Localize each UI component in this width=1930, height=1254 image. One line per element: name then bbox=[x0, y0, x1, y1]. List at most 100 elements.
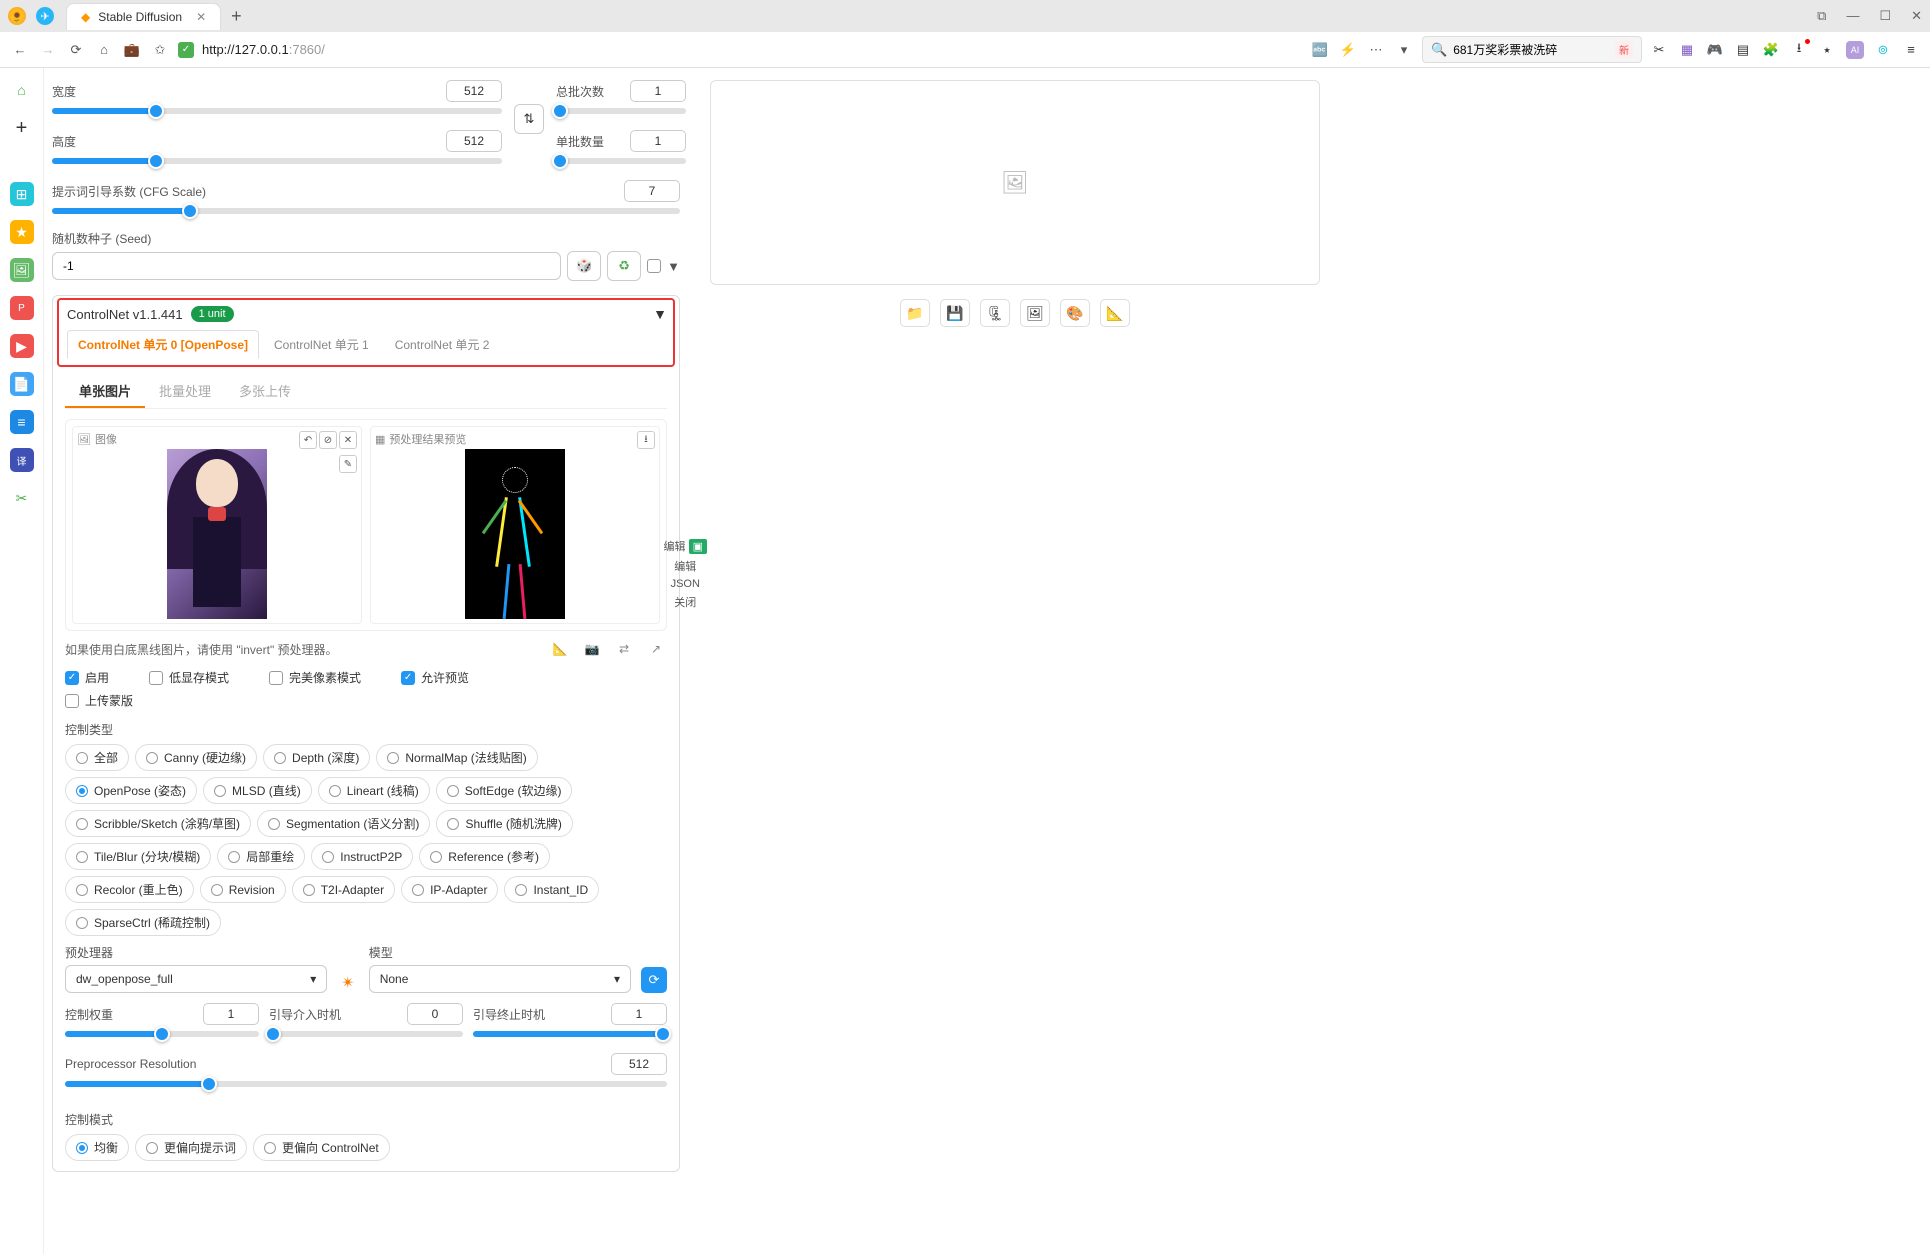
side-image-icon[interactable]: 🖼 bbox=[10, 258, 34, 282]
height-slider[interactable] bbox=[52, 158, 502, 164]
ext-purple-icon[interactable]: ▦ bbox=[1678, 41, 1696, 59]
control-type-radio[interactable]: Tile/Blur (分块/模糊) bbox=[65, 843, 211, 870]
batch-size-slider[interactable] bbox=[556, 158, 686, 164]
guide-start-slider[interactable] bbox=[269, 1031, 463, 1037]
width-slider[interactable] bbox=[52, 108, 502, 114]
controlnet-collapse-icon[interactable]: ▼ bbox=[653, 306, 667, 322]
out-zip-button[interactable]: 🗜 bbox=[980, 299, 1010, 327]
url-shield-icon[interactable]: ✓ bbox=[178, 42, 194, 58]
controlnet-tab-2[interactable]: ControlNet 单元 2 bbox=[384, 330, 501, 359]
control-type-radio[interactable]: Reference (参考) bbox=[419, 843, 550, 870]
ext-menu-icon[interactable]: ≡ bbox=[1902, 41, 1920, 59]
hint-crop-icon[interactable]: 📐 bbox=[549, 639, 571, 659]
controlnet-input-image-panel[interactable]: 🖼 图像 ↶ ⊘ ✕ ✎ bbox=[72, 426, 362, 624]
control-type-radio[interactable]: Instant_ID bbox=[504, 876, 599, 903]
model-select[interactable]: None▾ bbox=[369, 965, 631, 993]
out-send-extras-button[interactable]: 📐 bbox=[1100, 299, 1130, 327]
control-mode-radio[interactable]: 均衡 bbox=[65, 1134, 129, 1161]
hint-webcam-icon[interactable]: 📷 bbox=[581, 639, 603, 659]
controlnet-preview-panel[interactable]: ▦ 预处理结果预览 ⭳ 编辑 ▣ 编辑 JSON 关闭 bbox=[370, 426, 660, 624]
check-enable[interactable]: ✓启用 bbox=[65, 669, 109, 686]
out-save-button[interactable]: 💾 bbox=[940, 299, 970, 327]
control-type-radio[interactable]: MLSD (直线) bbox=[203, 777, 312, 804]
batch-count-value[interactable]: 1 bbox=[630, 80, 686, 102]
seed-expand-icon[interactable]: ▼ bbox=[667, 259, 680, 274]
nav-forward-icon[interactable]: → bbox=[38, 42, 58, 57]
check-lowvram[interactable]: 低显存模式 bbox=[149, 669, 229, 686]
img-edit-icon[interactable]: ✎ bbox=[339, 455, 357, 473]
window-extra-icon[interactable]: ⧉ bbox=[1817, 8, 1826, 24]
control-type-radio[interactable]: IP-Adapter bbox=[401, 876, 498, 903]
side-star-icon[interactable]: ★ bbox=[10, 220, 34, 244]
side-doc-icon[interactable]: ≡ bbox=[10, 410, 34, 434]
tab-close-icon[interactable]: ✕ bbox=[196, 10, 206, 24]
ext-tablet-icon[interactable]: ▤ bbox=[1734, 41, 1752, 59]
controlnet-tab-1[interactable]: ControlNet 单元 1 bbox=[263, 330, 380, 359]
out-folder-button[interactable]: 📁 bbox=[900, 299, 930, 327]
nav-home-icon[interactable]: ⌂ bbox=[94, 42, 114, 57]
img-remove-icon[interactable]: ✕ bbox=[339, 431, 357, 449]
chevron-down-icon[interactable]: ▾ bbox=[1394, 42, 1414, 58]
cfg-value[interactable]: 7 bbox=[624, 180, 680, 202]
side-note-icon[interactable]: 📄 bbox=[10, 372, 34, 396]
control-type-radio[interactable]: NormalMap (法线贴图) bbox=[376, 744, 537, 771]
control-type-radio[interactable]: 局部重绘 bbox=[217, 843, 305, 870]
control-type-radio[interactable]: OpenPose (姿态) bbox=[65, 777, 197, 804]
telegram-icon[interactable]: ✈ bbox=[36, 7, 54, 25]
seed-input[interactable] bbox=[52, 252, 561, 280]
control-type-radio[interactable]: SoftEdge (软边缘) bbox=[436, 777, 573, 804]
guide-end-slider[interactable] bbox=[473, 1031, 667, 1037]
width-value[interactable]: 512 bbox=[446, 80, 502, 102]
side-home-icon[interactable]: ⌂ bbox=[10, 78, 34, 102]
guide-start-value[interactable]: 0 bbox=[407, 1003, 463, 1025]
bolt-icon[interactable]: ⚡ bbox=[1338, 42, 1358, 58]
batch-size-value[interactable]: 1 bbox=[630, 130, 686, 152]
window-close[interactable]: ✕ bbox=[1911, 8, 1922, 24]
control-type-radio[interactable]: Scribble/Sketch (涂鸦/草图) bbox=[65, 810, 251, 837]
control-type-radio[interactable]: InstructP2P bbox=[311, 843, 413, 870]
side-plus-icon[interactable]: + bbox=[10, 116, 34, 140]
cfg-slider[interactable] bbox=[52, 208, 680, 214]
control-type-radio[interactable]: Depth (深度) bbox=[263, 744, 370, 771]
subtab-multi[interactable]: 多张上传 bbox=[225, 375, 305, 408]
preproc-res-value[interactable]: 512 bbox=[611, 1053, 667, 1075]
seed-random-button[interactable]: 🎲 bbox=[567, 251, 601, 281]
search-input[interactable] bbox=[1453, 43, 1609, 57]
control-type-radio[interactable]: Segmentation (语义分割) bbox=[257, 810, 430, 837]
guide-end-value[interactable]: 1 bbox=[611, 1003, 667, 1025]
ext-puzzle-icon[interactable]: 🧩 bbox=[1762, 41, 1780, 59]
subtab-batch[interactable]: 批量处理 bbox=[145, 375, 225, 408]
control-type-radio[interactable]: 全部 bbox=[65, 744, 129, 771]
side-play-icon[interactable]: ▶ bbox=[10, 334, 34, 358]
weight-slider[interactable] bbox=[65, 1031, 259, 1037]
scissors-icon[interactable]: ✂ bbox=[1650, 41, 1668, 59]
nav-reload-icon[interactable]: ⟳ bbox=[66, 42, 86, 58]
control-type-radio[interactable]: Revision bbox=[200, 876, 286, 903]
window-minimize[interactable]: — bbox=[1846, 8, 1859, 24]
control-mode-radio[interactable]: 更偏向提示词 bbox=[135, 1134, 247, 1161]
translate-icon[interactable]: 🔤 bbox=[1310, 42, 1330, 58]
url-bar[interactable]: http://127.0.0.1:7860/ bbox=[202, 42, 325, 57]
side-scissors-icon[interactable]: ✂ bbox=[10, 486, 34, 510]
new-tab-button[interactable]: + bbox=[231, 6, 242, 27]
nav-briefcase-icon[interactable]: 💼 bbox=[122, 42, 142, 58]
batch-count-slider[interactable] bbox=[556, 108, 686, 114]
nav-back-icon[interactable]: ← bbox=[10, 42, 30, 57]
swap-dimensions-button[interactable]: ⇅ bbox=[514, 104, 544, 134]
seed-recycle-button[interactable]: ♻ bbox=[607, 251, 641, 281]
browser-search-box[interactable]: 🔍 新 bbox=[1422, 36, 1642, 63]
ext-game-icon[interactable]: 🎮 bbox=[1706, 41, 1724, 59]
refresh-models-button[interactable]: ⟳ bbox=[641, 967, 667, 993]
weight-value[interactable]: 1 bbox=[203, 1003, 259, 1025]
height-value[interactable]: 512 bbox=[446, 130, 502, 152]
window-maximize[interactable]: ☐ bbox=[1879, 8, 1891, 24]
browser-tab-active[interactable]: ◆ Stable Diffusion ✕ bbox=[66, 3, 221, 30]
preview-download-icon[interactable]: ⭳ bbox=[637, 431, 655, 449]
preproc-select[interactable]: dw_openpose_full▾ bbox=[65, 965, 327, 993]
check-pixel-perfect[interactable]: 完美像素模式 bbox=[269, 669, 361, 686]
controlnet-tab-0[interactable]: ControlNet 单元 0 [OpenPose] bbox=[67, 330, 259, 359]
ext-ai-icon[interactable]: AI bbox=[1846, 41, 1864, 59]
img-undo-icon[interactable]: ↶ bbox=[299, 431, 317, 449]
control-type-radio[interactable]: Recolor (重上色) bbox=[65, 876, 194, 903]
out-send-inpaint-button[interactable]: 🎨 bbox=[1060, 299, 1090, 327]
